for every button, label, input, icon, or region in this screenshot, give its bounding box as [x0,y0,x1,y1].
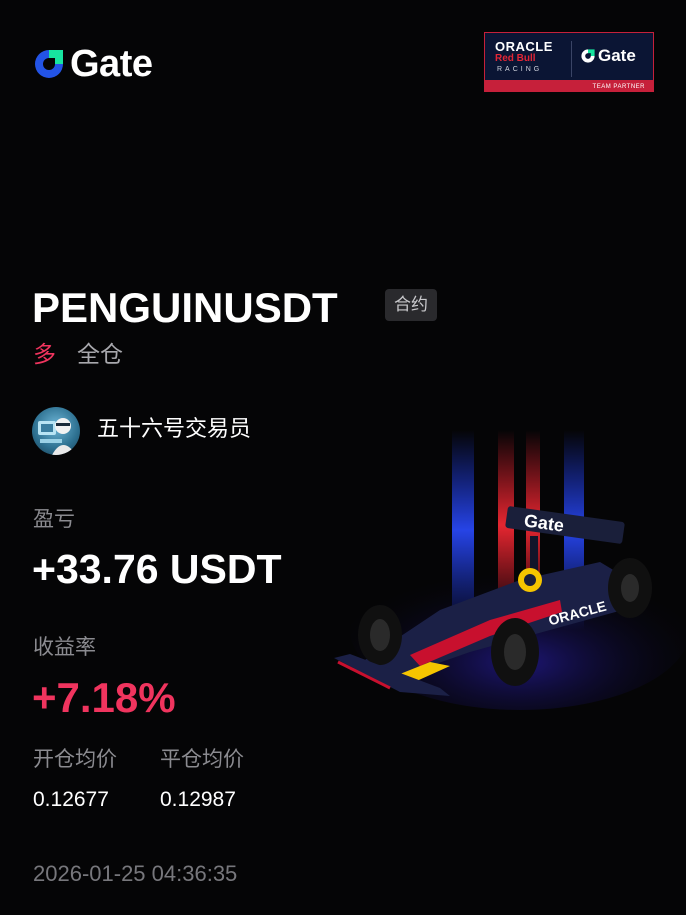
team-partner-badge: ORACLE Red Bull RACING Gate TEAM PARTNER [484,32,654,92]
race-car-icon: Gate ORACLE [334,430,686,710]
close-price-label: 平仓均价 [160,747,244,771]
entry-price-label: 开仓均价 [33,747,117,771]
trading-pair-symbol: PENGUINUSDT [32,284,338,331]
partner-caption: TEAM PARTNER [592,84,645,90]
roi-label: 收益率 [33,635,96,659]
position-side: 多 [33,342,56,368]
margin-mode: 全仓 [77,342,123,368]
partner-gate-logo: Gate [580,46,636,66]
contract-type-badge: 合约 [385,289,437,321]
pnl-value: +33.76 USDT [32,546,282,592]
gate-logo-icon [35,50,63,78]
gate-small-icon [581,49,595,63]
pnl-label: 盈亏 [33,507,75,531]
partner-oracle-text: ORACLE [495,39,553,54]
partner-racing-text: RACING [497,66,543,73]
entry-price-value: 0.12677 [33,788,109,811]
logo-text: Gate [70,43,153,85]
gate-logo: Gate [32,43,153,85]
partner-gate-text: Gate [598,46,636,65]
avatar-icon [32,407,80,455]
partner-redbull-text: Red Bull [495,53,536,64]
close-price-value: 0.12987 [160,788,236,811]
close-timestamp: 2026-01-25 04:36:35 [33,861,238,886]
partner-divider [571,41,572,77]
trader-name: 五十六号交易员 [97,417,252,442]
roi-value: +7.18% [32,674,176,721]
